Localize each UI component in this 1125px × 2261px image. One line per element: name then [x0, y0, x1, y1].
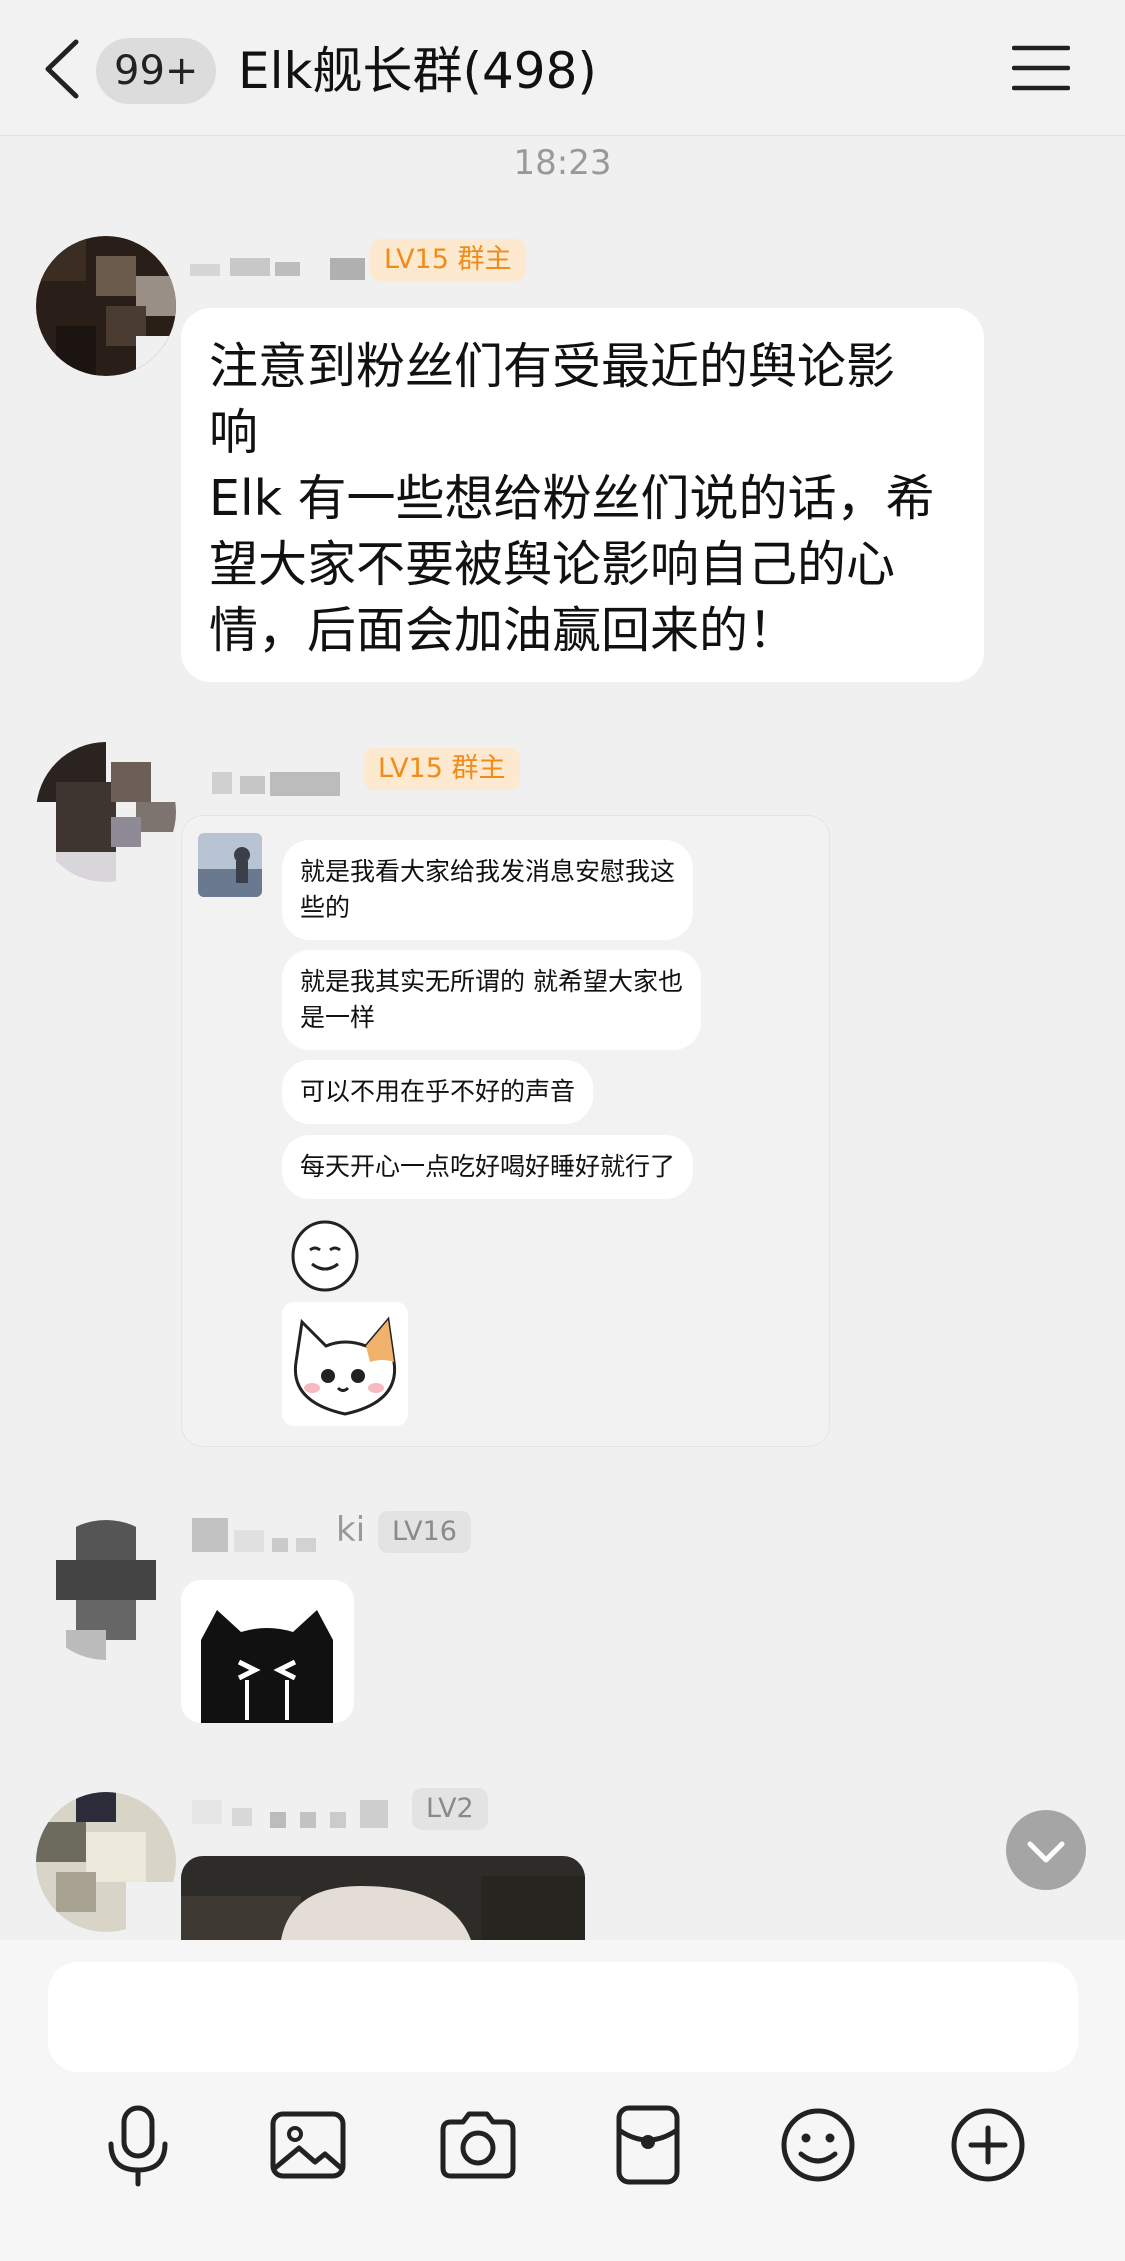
message-line: Elk 有一些想给粉丝们说的话，希 [209, 470, 935, 527]
message-bubble[interactable]: 注意到粉丝们有受最近的舆论影 响 Elk 有一些想给粉丝们说的话，希 望大家不要… [181, 308, 984, 682]
message-line: 每天开心一点吃好喝好睡好就行了 [300, 1152, 676, 1181]
avatar[interactable] [36, 236, 176, 376]
avatar[interactable] [36, 1792, 176, 1932]
message-line: 可以不用在乎不好的声音 [300, 1077, 576, 1106]
chevron-down-icon [1027, 1841, 1065, 1863]
scroll-to-bottom-button[interactable] [1006, 1810, 1086, 1890]
message-line: 情，后面会加油赢回来的！ [209, 602, 798, 659]
cat-sticker [282, 1302, 408, 1426]
avatar[interactable] [36, 742, 176, 882]
camera-icon[interactable] [433, 2100, 523, 2190]
unread-count-badge[interactable]: 99+ [96, 38, 217, 104]
group-title: Elk舰长群(498) [238, 42, 597, 100]
owner-level-badge: LV15 群主 [364, 748, 520, 790]
forwarded-message: 就是我其实无所谓的 就希望大家也 是一样 [282, 950, 701, 1050]
avatar [198, 833, 262, 897]
crying-cat-sticker[interactable] [181, 1580, 354, 1723]
sender-name-fragment: ki [336, 1510, 366, 1550]
message-line: 就是我其实无所谓的 就希望大家也 [300, 967, 683, 996]
message-timestamp: 18:23 [513, 143, 612, 183]
forwarded-message: 可以不用在乎不好的声音 [282, 1060, 594, 1124]
forwarded-message: 每天开心一点吃好喝好睡好就行了 [282, 1135, 694, 1199]
message-line: 就是我看大家给我发消息安慰我这 [300, 857, 676, 886]
sender-name-pixelated [190, 258, 365, 280]
forwarded-message: 就是我看大家给我发消息安慰我这 些的 [282, 840, 694, 940]
message-line: 是一样 [300, 1003, 376, 1032]
menu-icon[interactable] [1012, 44, 1070, 92]
image-icon[interactable] [263, 2100, 353, 2190]
red-packet-icon[interactable] [603, 2100, 693, 2190]
chevron-left-icon[interactable] [38, 38, 88, 100]
sender-name-pixelated [192, 1518, 316, 1552]
message-line: 望大家不要被舆论影响自己的心 [209, 536, 896, 593]
level-badge: LV2 [412, 1788, 488, 1830]
image-message[interactable] [181, 1856, 585, 1940]
message-input[interactable] [48, 1962, 1078, 2072]
avatar[interactable] [36, 1520, 176, 1660]
microphone-icon[interactable] [93, 2100, 183, 2190]
sender-name-pixelated [212, 772, 340, 796]
plus-icon[interactable] [943, 2100, 1033, 2190]
sender-name-pixelated [192, 1800, 388, 1828]
emoji-icon[interactable] [773, 2100, 863, 2190]
message-line: 响 [209, 404, 259, 461]
smiley-sticker [282, 1210, 368, 1296]
level-badge: LV16 [378, 1511, 471, 1553]
message-line: 注意到粉丝们有受最近的舆论影 [209, 338, 896, 395]
chat-header: 99+ Elk舰长群(498) [0, 0, 1125, 136]
owner-level-badge: LV15 群主 [370, 239, 526, 281]
message-line: 些的 [300, 893, 351, 922]
